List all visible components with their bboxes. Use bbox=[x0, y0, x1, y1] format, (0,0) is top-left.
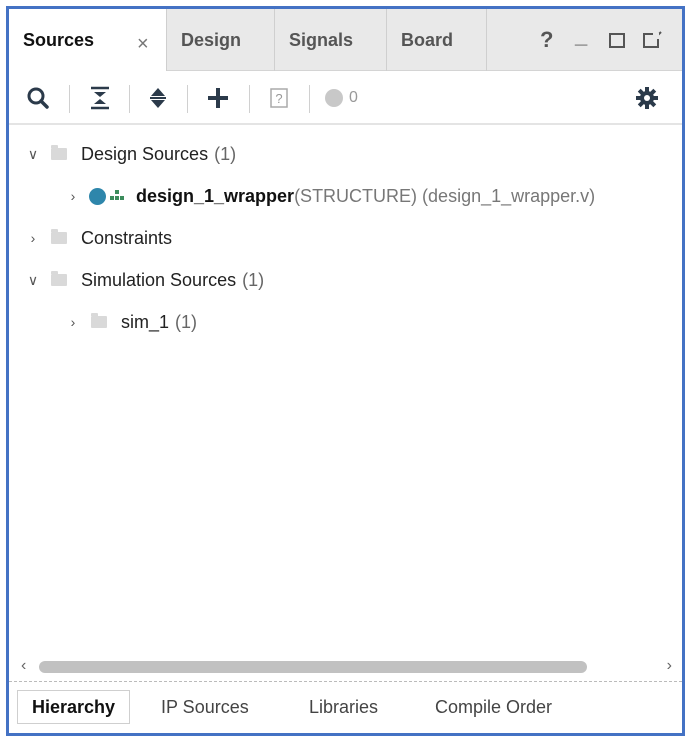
tab-compile-order[interactable]: Compile Order bbox=[421, 690, 566, 724]
folder-icon bbox=[51, 229, 67, 244]
chevron-right-icon[interactable]: › bbox=[25, 230, 41, 246]
tab-sources-label: Sources bbox=[23, 30, 95, 50]
tab-libraries[interactable]: Libraries bbox=[295, 690, 392, 724]
toolbar: ? 0 bbox=[9, 71, 682, 125]
folder-icon bbox=[91, 313, 107, 328]
tab-signals-label: Signals bbox=[289, 29, 354, 50]
status-indicator[interactable]: 0 bbox=[325, 83, 373, 113]
svg-text:?: ? bbox=[275, 91, 282, 106]
chevron-right-icon[interactable]: › bbox=[65, 314, 81, 330]
gear-icon[interactable] bbox=[633, 83, 661, 113]
add-icon[interactable] bbox=[203, 83, 233, 113]
tab-signals[interactable]: Signals bbox=[275, 9, 387, 71]
chevron-down-icon[interactable]: ∨ bbox=[25, 272, 41, 288]
tab-board-label: Board bbox=[401, 29, 454, 50]
tab-ip-sources[interactable]: IP Sources bbox=[147, 690, 263, 724]
maximize-icon[interactable] bbox=[609, 33, 625, 48]
tree-item-design-wrapper[interactable]: › design_1_wrapper (STRUCTURE) (design_1… bbox=[65, 175, 596, 217]
bottom-tab-bar: Hierarchy IP Sources Libraries Compile O… bbox=[9, 681, 682, 733]
search-icon[interactable] bbox=[25, 83, 51, 113]
chevron-right-icon[interactable]: › bbox=[65, 188, 81, 204]
chevron-down-icon[interactable]: ∨ bbox=[25, 146, 41, 162]
status-circle-icon bbox=[325, 89, 343, 107]
simulation-sources-count: (1) bbox=[242, 269, 265, 290]
tab-ip-sources-label: IP Sources bbox=[161, 696, 249, 717]
tab-hierarchy-label: Hierarchy bbox=[32, 696, 116, 717]
tab-hierarchy[interactable]: Hierarchy bbox=[17, 690, 131, 724]
collapse-all-icon[interactable] bbox=[87, 83, 113, 113]
tab-board[interactable]: Board bbox=[387, 9, 487, 71]
folder-icon bbox=[51, 145, 67, 160]
tree-item-design-sources[interactable]: ∨ Design Sources (1) bbox=[25, 133, 236, 175]
design-wrapper-detail: (STRUCTURE) (design_1_wrapper.v) bbox=[294, 185, 596, 206]
help-icon[interactable]: ? bbox=[540, 27, 553, 53]
tab-compile-order-label: Compile Order bbox=[435, 696, 553, 717]
hierarchy-icon bbox=[110, 186, 124, 207]
folder-icon bbox=[51, 271, 67, 286]
scroll-right-icon[interactable]: › bbox=[667, 657, 672, 675]
sim-1-count: (1) bbox=[175, 311, 198, 332]
constraints-label: Constraints bbox=[81, 227, 173, 248]
scroll-left-icon[interactable]: ‹ bbox=[21, 657, 26, 675]
tree-item-simulation-sources[interactable]: ∨ Simulation Sources (1) bbox=[25, 259, 264, 301]
design-sources-label: Design Sources bbox=[81, 143, 209, 164]
status-count: 0 bbox=[349, 89, 358, 106]
module-status-icon bbox=[89, 187, 106, 205]
design-sources-count: (1) bbox=[214, 143, 237, 164]
scrollbar-thumb[interactable] bbox=[39, 661, 587, 673]
simulation-sources-label: Simulation Sources bbox=[81, 269, 237, 290]
horizontal-scrollbar[interactable]: ‹ › bbox=[9, 657, 682, 677]
minimize-icon[interactable]: _ bbox=[575, 23, 587, 49]
expand-all-icon[interactable] bbox=[145, 83, 171, 113]
close-icon[interactable]: × bbox=[137, 33, 149, 56]
tree-item-sim-1[interactable]: › sim_1 (1) bbox=[65, 301, 197, 343]
float-icon[interactable] bbox=[643, 33, 659, 48]
source-tree: ∨ Design Sources (1) › design_1_wrapper … bbox=[9, 127, 682, 655]
tab-design[interactable]: Design bbox=[167, 9, 275, 71]
tab-libraries-label: Libraries bbox=[309, 696, 379, 717]
tab-sources[interactable]: Sources × bbox=[9, 9, 167, 72]
sources-panel: Sources × Design Signals Board ? _ ? 0 ∨… bbox=[6, 6, 685, 736]
unknown-help-icon[interactable]: ? bbox=[267, 83, 291, 113]
tree-item-constraints[interactable]: › Constraints bbox=[25, 217, 172, 259]
sim-1-label: sim_1 bbox=[121, 311, 170, 332]
tab-bar: Sources × Design Signals Board ? _ bbox=[9, 9, 682, 72]
design-wrapper-name: design_1_wrapper bbox=[136, 185, 295, 206]
tab-design-label: Design bbox=[181, 29, 242, 50]
